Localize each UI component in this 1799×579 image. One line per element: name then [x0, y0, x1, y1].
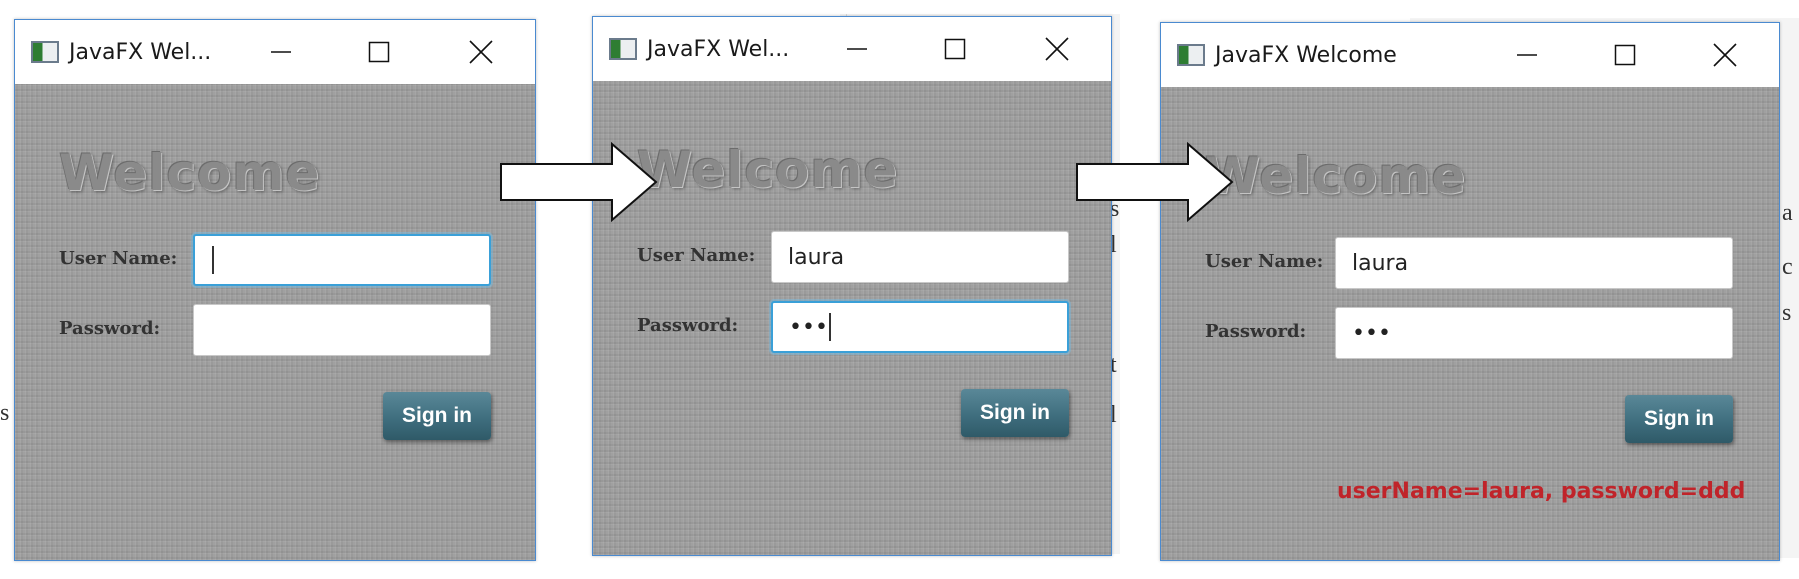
welcome-heading: Welcome: [59, 144, 321, 202]
minimize-icon: [847, 48, 867, 50]
minimize-button[interactable]: [827, 17, 887, 81]
app-icon: [1177, 44, 1205, 66]
maximize-icon: [1614, 44, 1636, 66]
action-target-message: userName=laura, password=ddd: [1337, 479, 1746, 504]
right-arrow-icon: [1076, 142, 1234, 222]
window-title: JavaFX Wel...: [69, 39, 212, 65]
username-label: User Name:: [637, 245, 756, 266]
username-value: laura: [788, 244, 845, 270]
welcome-heading: Welcome: [1205, 147, 1467, 205]
background-text-fragment: s: [0, 400, 10, 426]
maximize-button[interactable]: [349, 20, 409, 84]
window-title: JavaFX Wel...: [647, 36, 790, 62]
app-icon: [609, 38, 637, 60]
maximize-button[interactable]: [925, 17, 985, 81]
username-value: laura: [1352, 250, 1409, 276]
minimize-button[interactable]: [1497, 23, 1557, 87]
username-input[interactable]: laura: [1335, 237, 1733, 289]
password-label: Password:: [1205, 321, 1307, 342]
maximize-icon: [368, 41, 390, 63]
text-caret: [212, 246, 214, 274]
username-label: User Name:: [1205, 251, 1324, 272]
close-button[interactable]: [1695, 23, 1755, 87]
minimize-icon: [271, 51, 291, 53]
sign-in-button[interactable]: Sign in: [1625, 395, 1733, 443]
app-icon: [31, 41, 59, 63]
form-pane: Welcome User Name: laura Password: ••• S…: [593, 81, 1111, 555]
password-input[interactable]: [193, 304, 491, 356]
background-text-fragment: c: [1782, 254, 1793, 280]
title-bar[interactable]: JavaFX Welcome: [1161, 23, 1779, 87]
maximize-icon: [944, 38, 966, 60]
login-window-3: JavaFX Welcome Welcome User Name: laura …: [1160, 22, 1780, 561]
password-value: •••: [789, 314, 828, 340]
sign-in-button[interactable]: Sign in: [961, 389, 1069, 437]
username-input[interactable]: laura: [771, 231, 1069, 283]
welcome-heading: Welcome: [637, 141, 899, 199]
window-title: JavaFX Welcome: [1215, 42, 1397, 68]
close-icon: [469, 40, 493, 64]
close-button[interactable]: [451, 20, 511, 84]
minimize-icon: [1517, 54, 1537, 56]
form-pane: Welcome User Name: laura Password: ••• S…: [1161, 87, 1779, 560]
minimize-button[interactable]: [251, 20, 311, 84]
close-button[interactable]: [1027, 17, 1087, 81]
username-input[interactable]: [193, 234, 491, 286]
text-caret: [828, 313, 831, 341]
right-arrow-icon: [500, 142, 658, 222]
login-window-1: JavaFX Wel... Welcome User Name: Passwor…: [14, 19, 536, 561]
close-icon: [1045, 37, 1069, 61]
background-window-fragment: [0, 60, 14, 500]
close-icon: [1713, 43, 1737, 67]
background-text-fragment: a: [1782, 200, 1793, 226]
background-text-fragment: s: [1782, 300, 1792, 326]
password-value: •••: [1352, 320, 1391, 346]
sign-in-button[interactable]: Sign in: [383, 392, 491, 440]
login-window-2: JavaFX Wel... Welcome User Name: laura P…: [592, 16, 1112, 556]
password-input[interactable]: •••: [1335, 307, 1733, 359]
password-label: Password:: [637, 315, 739, 336]
title-bar[interactable]: JavaFX Wel...: [15, 20, 535, 84]
password-label: Password:: [59, 318, 161, 339]
maximize-button[interactable]: [1595, 23, 1655, 87]
username-label: User Name:: [59, 248, 178, 269]
form-pane: Welcome User Name: Password: Sign in: [15, 84, 535, 560]
title-bar[interactable]: JavaFX Wel...: [593, 17, 1111, 81]
password-input[interactable]: •••: [771, 301, 1069, 353]
